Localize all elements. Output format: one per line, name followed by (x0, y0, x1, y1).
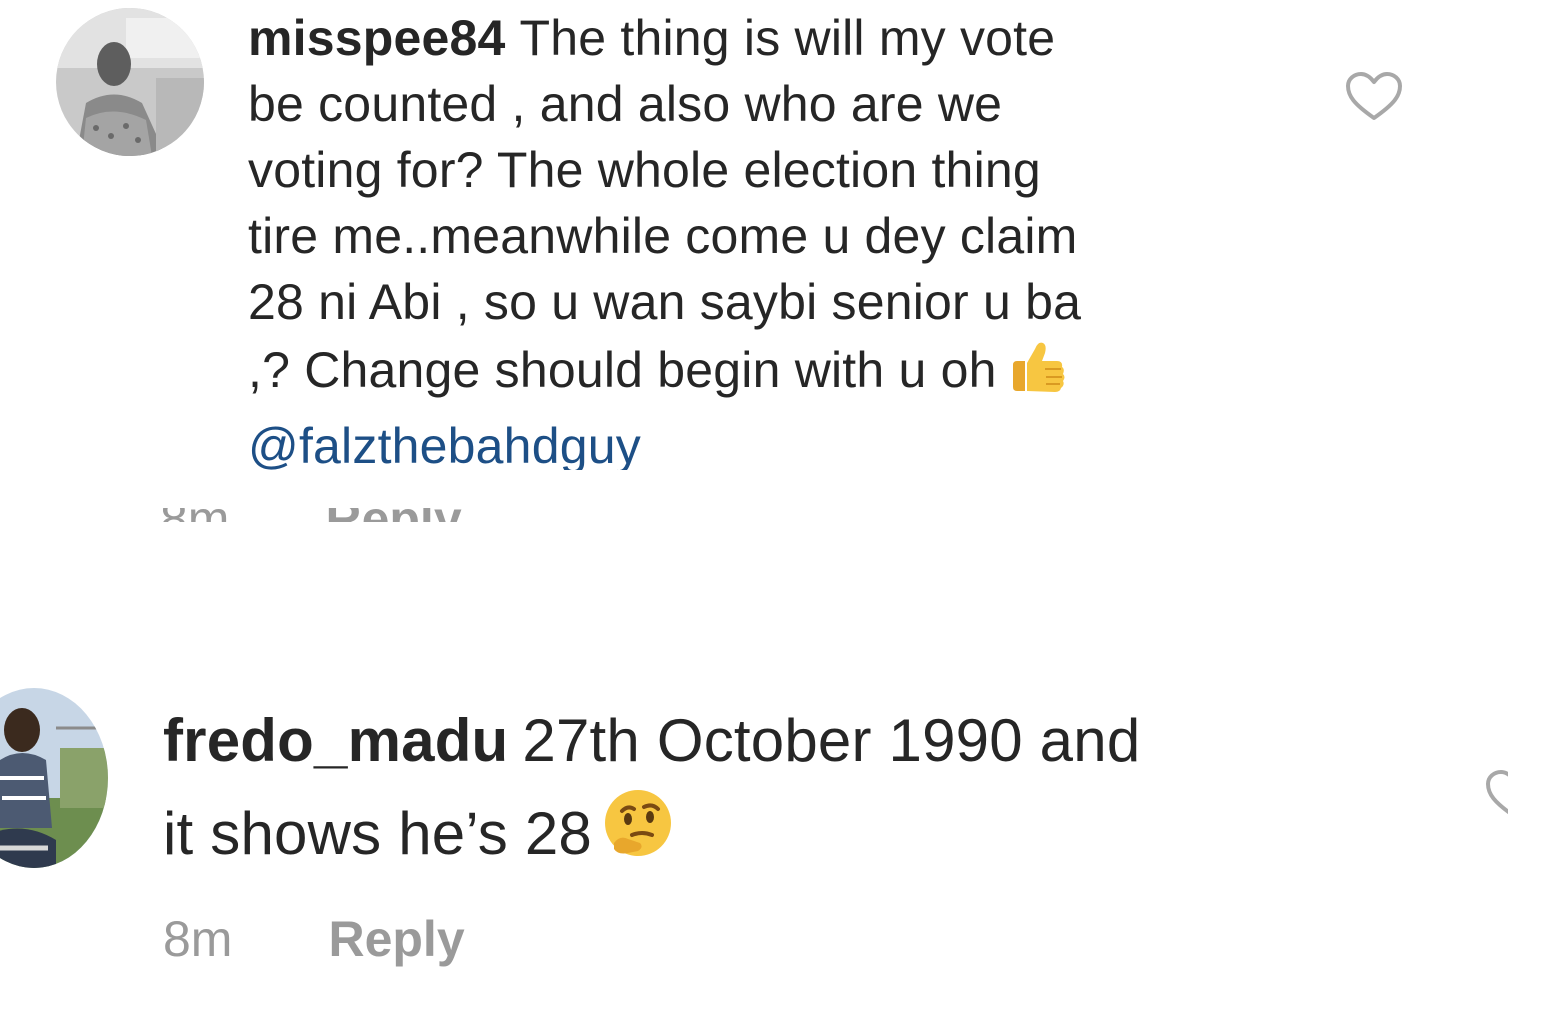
comment-time: 8m (163, 911, 233, 967)
thinking-face-icon (600, 787, 676, 889)
comment-line: tire me..meanwhile come u dey claim (248, 208, 1078, 264)
comment-line: 28 ni Abi , so u wan saybi senior u ba (248, 274, 1082, 330)
comment-line: misspee84 The thing is will my vote (248, 10, 1056, 66)
comment-line: be counted , and also who are we (248, 76, 1003, 132)
comment-line: fredo_madu 27th October 1990 and (163, 707, 1141, 774)
avatar-photo (56, 8, 204, 156)
comment-body: misspee84 The thing is will my vote be co… (248, 5, 1081, 479)
reply-button[interactable]: Reply (328, 911, 464, 967)
username[interactable]: misspee84 (248, 10, 506, 66)
overlay-mask (150, 470, 1250, 508)
comment-meta: 8m Reply (163, 910, 465, 968)
username[interactable]: fredo_madu (163, 707, 508, 774)
like-heart-icon[interactable] (1484, 768, 1508, 820)
comment-line: it shows he’s 28 (163, 787, 1140, 889)
like-heart-icon[interactable] (1344, 70, 1404, 127)
avatar[interactable] (0, 688, 108, 868)
comment-line: voting for? The whole election thing (248, 142, 1041, 198)
comment-line: ,? Change should begin with u oh (248, 335, 1081, 413)
thumbs-up-icon (1005, 335, 1067, 413)
avatar-photo (0, 688, 108, 868)
comment-body: fredo_madu 27th October 1990 and it shows… (163, 695, 1140, 889)
avatar[interactable] (56, 8, 204, 156)
